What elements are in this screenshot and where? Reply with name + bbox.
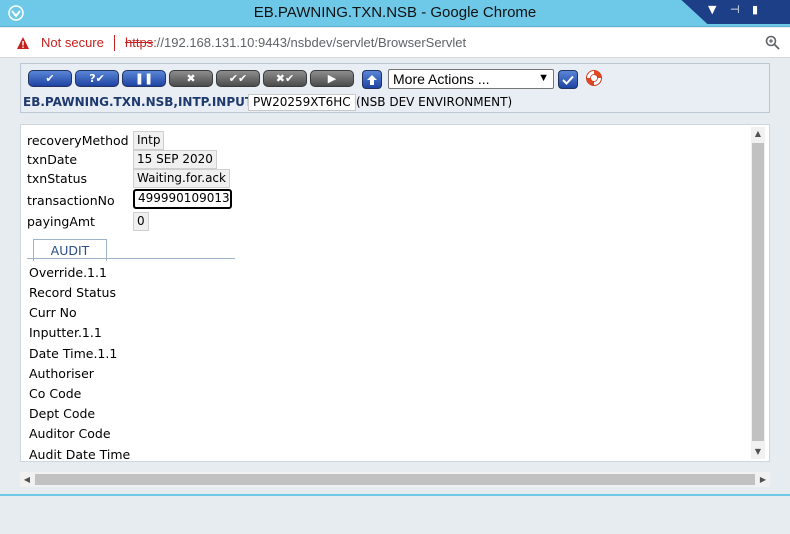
url-path: ://192.168.131.10:9443/nsbdev/servlet/Br… — [153, 35, 467, 50]
more-actions-value: More Actions ... — [393, 71, 490, 87]
record-form: recoveryMethod Intp txnDate 15 SEP 2020 … — [20, 124, 770, 462]
record-id-field[interactable]: PW20259XT6HC — [248, 94, 356, 111]
window-titlebar: EB.PAWNING.TXN.NSB - Google Chrome ▼ ⊣ ▮ — [0, 0, 790, 27]
reverse-button[interactable]: ✖✔ — [263, 70, 307, 87]
field-label: recoveryMethod — [27, 133, 129, 148]
field-label: txnDate — [27, 152, 78, 167]
commit-button[interactable]: ✔ — [28, 70, 72, 87]
environment-label: (NSB DEV ENVIRONMENT) — [356, 95, 513, 109]
go-button[interactable] — [558, 70, 578, 89]
play-icon: ▶ — [327, 72, 337, 85]
audit-item: Override.1.1 — [29, 265, 107, 280]
audit-item: Record Status — [29, 285, 116, 300]
zoom-icon[interactable] — [765, 35, 780, 50]
audit-item: Co Code — [29, 386, 82, 401]
commit-icon: ✔ — [45, 72, 55, 85]
check-icon — [562, 75, 574, 85]
scroll-up-icon[interactable]: ▲ — [751, 127, 765, 141]
transaction-no-input[interactable]: 499990109013 — [133, 189, 232, 209]
audit-item: Date Time.1.1 — [29, 346, 118, 361]
audit-item: Auditor Code — [29, 426, 111, 441]
arrow-up-icon — [367, 74, 377, 85]
field-label: payingAmt — [27, 214, 95, 229]
vertical-scrollbar[interactable]: ▲ ▼ — [751, 127, 765, 459]
authorise-icon: ✔✔ — [228, 72, 248, 85]
chevron-down-icon: ▼ — [538, 72, 549, 84]
tab-divider — [27, 258, 235, 259]
audit-item: Inputter.1.1 — [29, 325, 102, 340]
horizontal-scrollbar[interactable]: ◀ ▶ — [20, 472, 770, 487]
validate-icon: ?✔ — [89, 72, 105, 85]
window-title: EB.PAWNING.TXN.NSB - Google Chrome — [253, 4, 537, 21]
not-secure-label[interactable]: Not secure — [41, 35, 104, 50]
field-label: transactionNo — [27, 193, 115, 208]
scroll-left-icon[interactable]: ◀ — [20, 472, 34, 487]
scroll-right-icon[interactable]: ▶ — [756, 472, 770, 487]
authorise-button[interactable]: ✔✔ — [216, 70, 260, 87]
next-button[interactable]: ▶ — [310, 70, 354, 87]
signal-icon: ▮ — [752, 3, 759, 16]
upload-button[interactable] — [362, 70, 382, 89]
reverse-icon: ✖✔ — [275, 72, 295, 85]
help-lifebuoy-icon[interactable] — [585, 69, 603, 87]
validate-button[interactable]: ?✔ — [75, 70, 119, 87]
url-scheme: https — [125, 35, 154, 50]
txn-date-value: 15 SEP 2020 — [133, 150, 217, 169]
field-label: txnStatus — [27, 171, 88, 186]
audit-item: Audit Date Time — [29, 447, 131, 462]
bottom-frame — [0, 496, 790, 534]
transaction-toolbar: ✔ ?✔ ❚❚ ✖ ✔✔ ✖✔ ▶ More Actions ... ▼ EB.… — [20, 63, 770, 113]
paying-amt-value: 0 — [133, 212, 149, 231]
txn-status-value: Waiting.for.ack — [133, 169, 230, 188]
chevron-down-icon[interactable]: ▼ — [708, 3, 716, 16]
scrollbar-thumb[interactable] — [35, 474, 755, 485]
audit-item: Dept Code — [29, 406, 96, 421]
delete-icon: ✖ — [186, 72, 196, 85]
hold-button[interactable]: ❚❚ — [122, 70, 166, 87]
pin-icon[interactable]: ⊣ — [730, 3, 740, 16]
pause-icon: ❚❚ — [134, 72, 154, 85]
url-text[interactable]: https://192.168.131.10:9443/nsbdev/servl… — [125, 35, 466, 50]
audit-item: Authoriser — [29, 366, 94, 381]
scroll-down-icon[interactable]: ▼ — [751, 445, 765, 459]
address-separator — [114, 35, 115, 51]
address-bar[interactable]: Not secure https://192.168.131.10:9443/n… — [0, 28, 790, 58]
application-id: EB.PAWNING.TXN.NSB,INTP.INPUT — [23, 95, 254, 109]
delete-button[interactable]: ✖ — [169, 70, 213, 87]
audit-item: Curr No — [29, 305, 77, 320]
more-actions-select[interactable]: More Actions ... ▼ — [388, 69, 554, 89]
recovery-method-value: Intp — [133, 131, 165, 150]
scrollbar-thumb[interactable] — [752, 143, 764, 441]
warning-icon[interactable] — [16, 36, 30, 50]
